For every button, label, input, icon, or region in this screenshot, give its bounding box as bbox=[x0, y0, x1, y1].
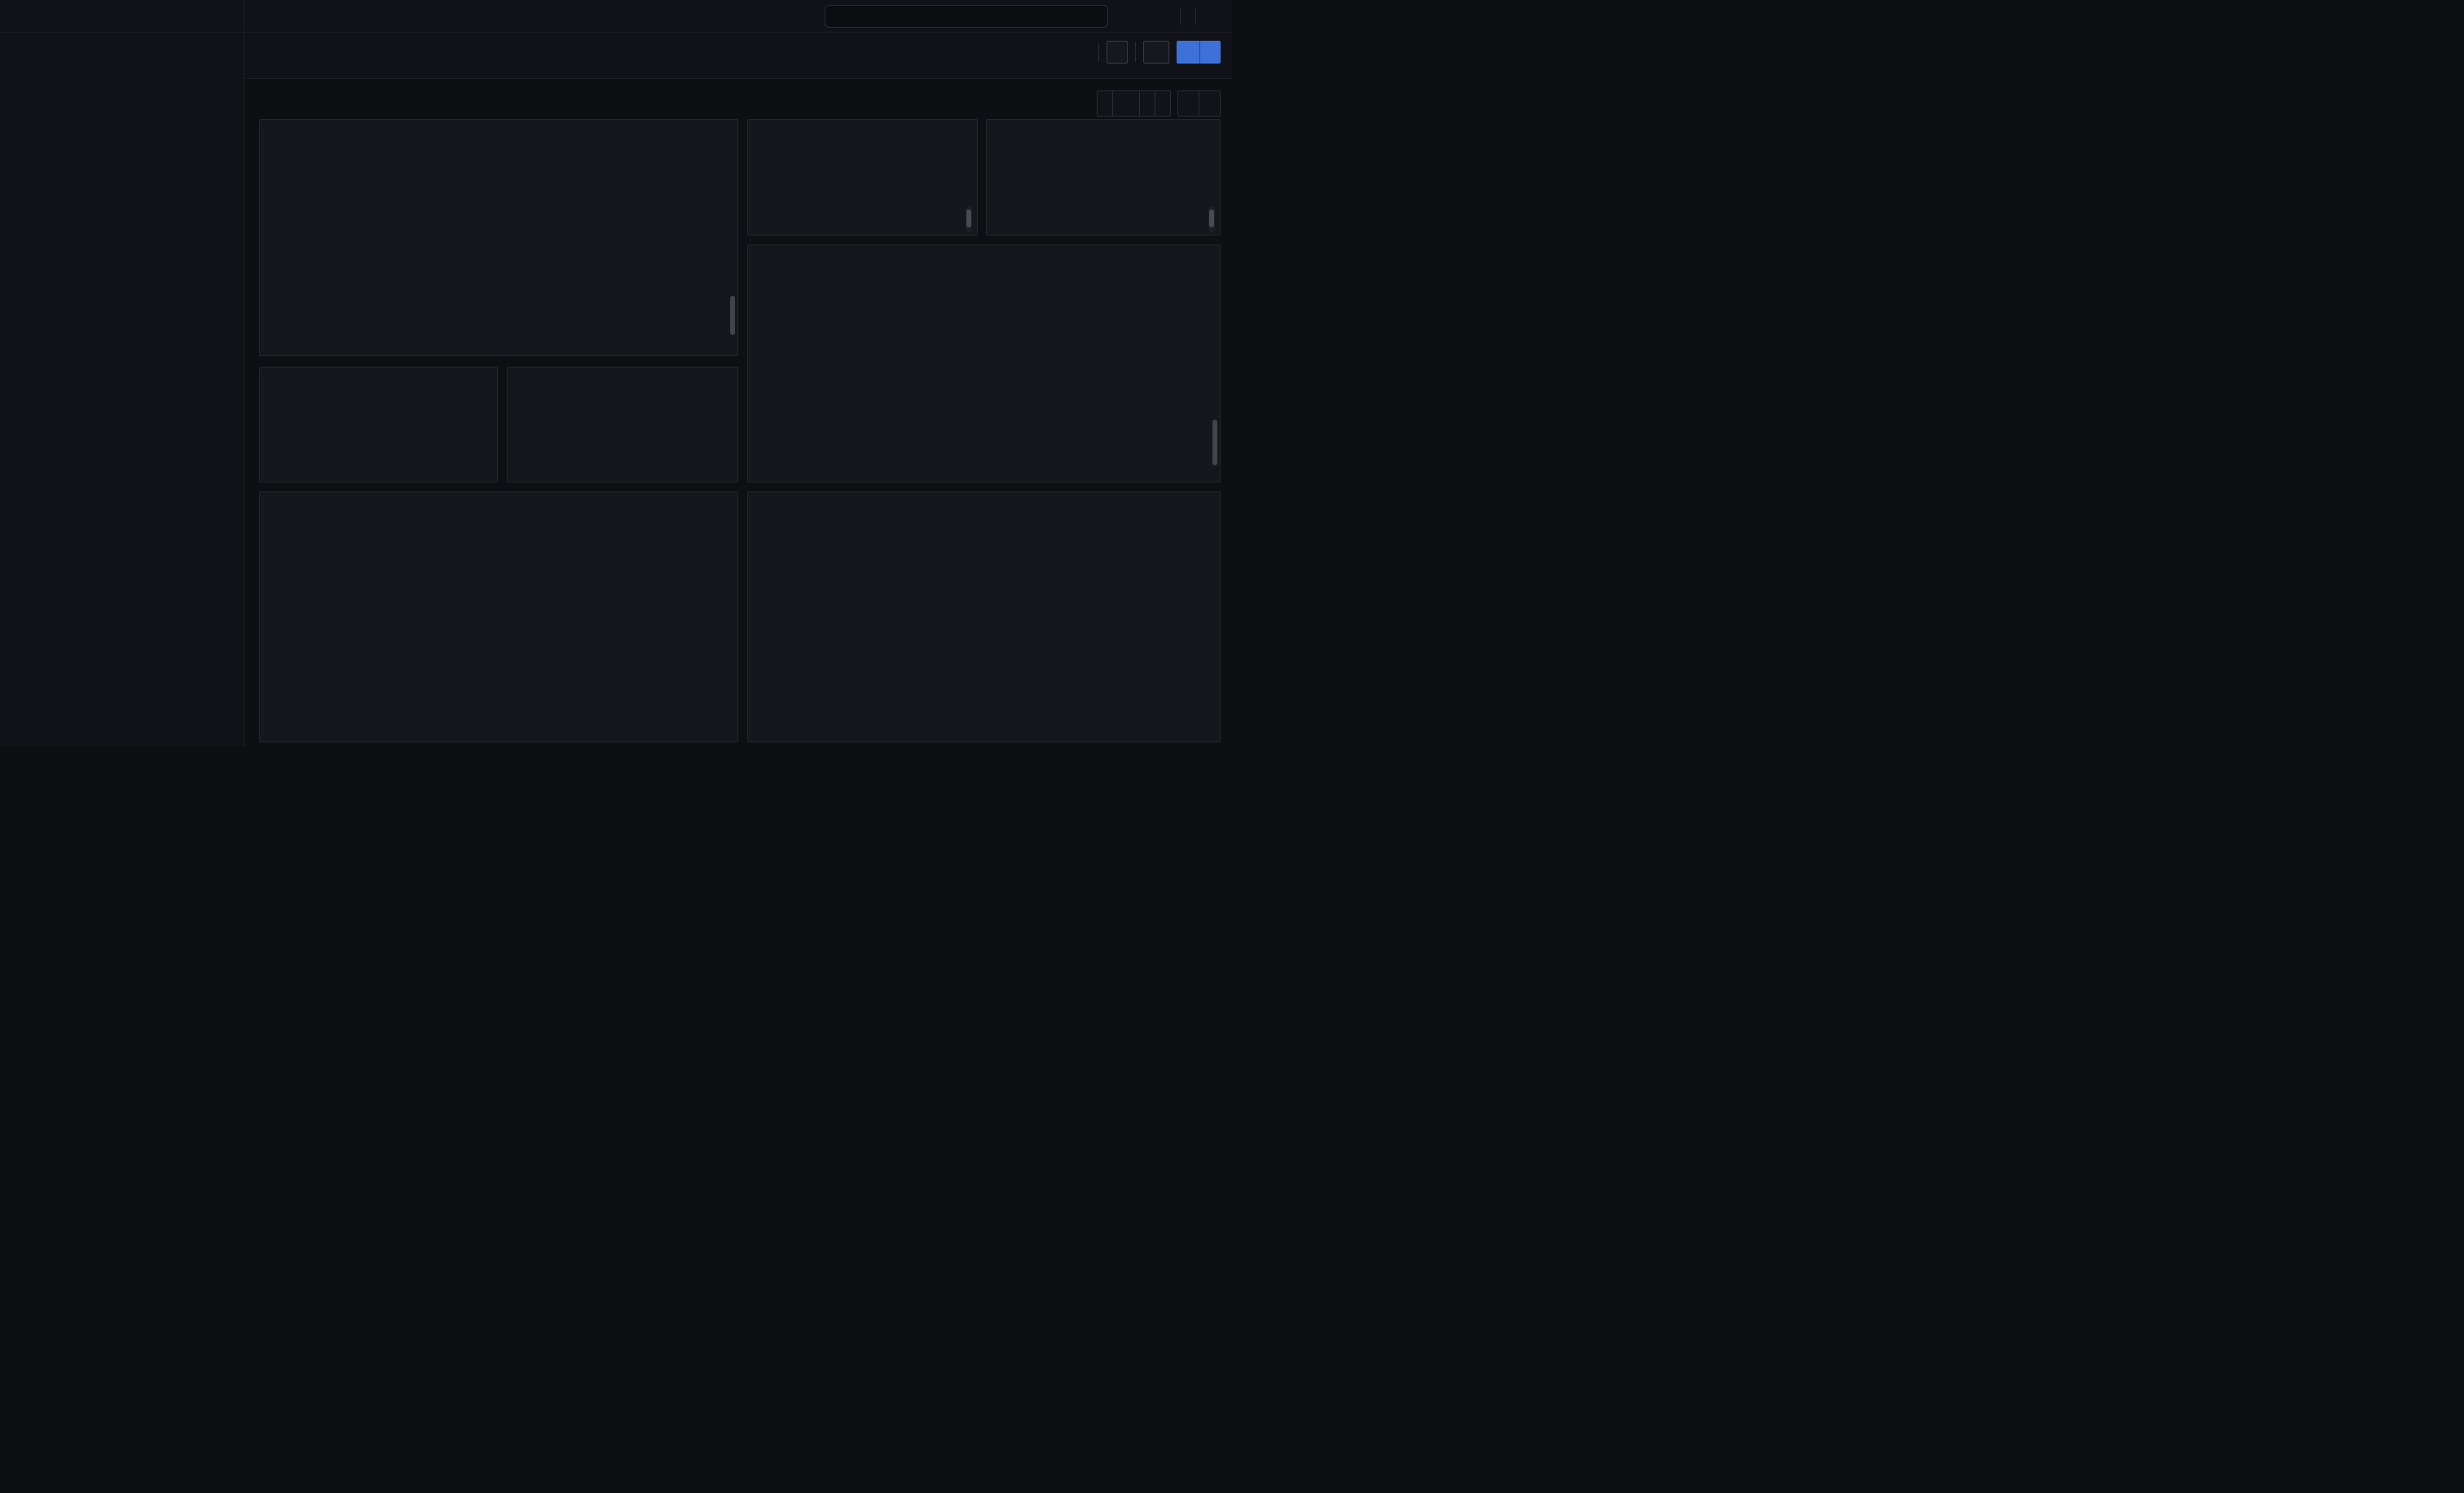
refresh-interval-picker[interactable] bbox=[1199, 91, 1220, 116]
refresh-button[interactable] bbox=[1178, 91, 1199, 116]
time-shift-forward-button[interactable] bbox=[1139, 91, 1155, 116]
http-legend bbox=[270, 291, 726, 355]
search-input[interactable] bbox=[825, 5, 1108, 28]
panel-mcp-request-duration bbox=[747, 244, 1221, 482]
legend-scrollbar[interactable] bbox=[1212, 420, 1217, 465]
share-button[interactable] bbox=[1177, 41, 1199, 64]
time-shift-back-button[interactable] bbox=[1098, 91, 1112, 116]
divider bbox=[1098, 42, 1099, 62]
time-range-group bbox=[1097, 90, 1171, 117]
panel-memory-usage bbox=[747, 119, 978, 236]
sidebar bbox=[0, 33, 244, 746]
legend-scrollbar[interactable] bbox=[730, 296, 735, 335]
memory-legend bbox=[758, 213, 966, 233]
edit-button[interactable] bbox=[1107, 41, 1128, 64]
cpu-legend bbox=[997, 213, 1208, 233]
share-button-group bbox=[1177, 41, 1221, 64]
dashboard-canvas bbox=[244, 79, 1232, 746]
panel-http-request-rate bbox=[259, 119, 738, 356]
divider bbox=[1135, 42, 1136, 62]
legend-scrollbar[interactable] bbox=[966, 206, 972, 232]
avatar[interactable] bbox=[1203, 7, 1224, 27]
duration-legend bbox=[758, 416, 1208, 481]
export-button[interactable] bbox=[1143, 41, 1169, 64]
dashboard-toolbar bbox=[244, 33, 1232, 79]
time-controls bbox=[1097, 90, 1221, 117]
top-bar bbox=[0, 0, 1232, 33]
divider bbox=[1195, 8, 1196, 24]
legend-scrollbar[interactable] bbox=[1208, 206, 1215, 232]
divider bbox=[1180, 8, 1181, 24]
panel-active-goroutines bbox=[747, 491, 1221, 742]
share-caret-button[interactable] bbox=[1199, 41, 1221, 64]
refresh-group bbox=[1177, 90, 1221, 117]
panel-total-request-rate bbox=[259, 367, 498, 482]
topbar-actions bbox=[1155, 0, 1224, 33]
brand-area bbox=[0, 0, 244, 33]
total-request-rate-sparkline bbox=[260, 423, 497, 482]
panel-mcp-active-connections bbox=[259, 491, 738, 742]
error-rate-sparkline bbox=[508, 472, 737, 482]
connections-legend bbox=[270, 724, 726, 740]
panel-error-rate bbox=[507, 367, 738, 482]
panel-cpu-usage bbox=[986, 119, 1221, 236]
favorite-star-icon[interactable] bbox=[1075, 44, 1091, 60]
time-range-picker[interactable] bbox=[1112, 91, 1139, 116]
zoom-out-button[interactable] bbox=[1155, 91, 1170, 116]
